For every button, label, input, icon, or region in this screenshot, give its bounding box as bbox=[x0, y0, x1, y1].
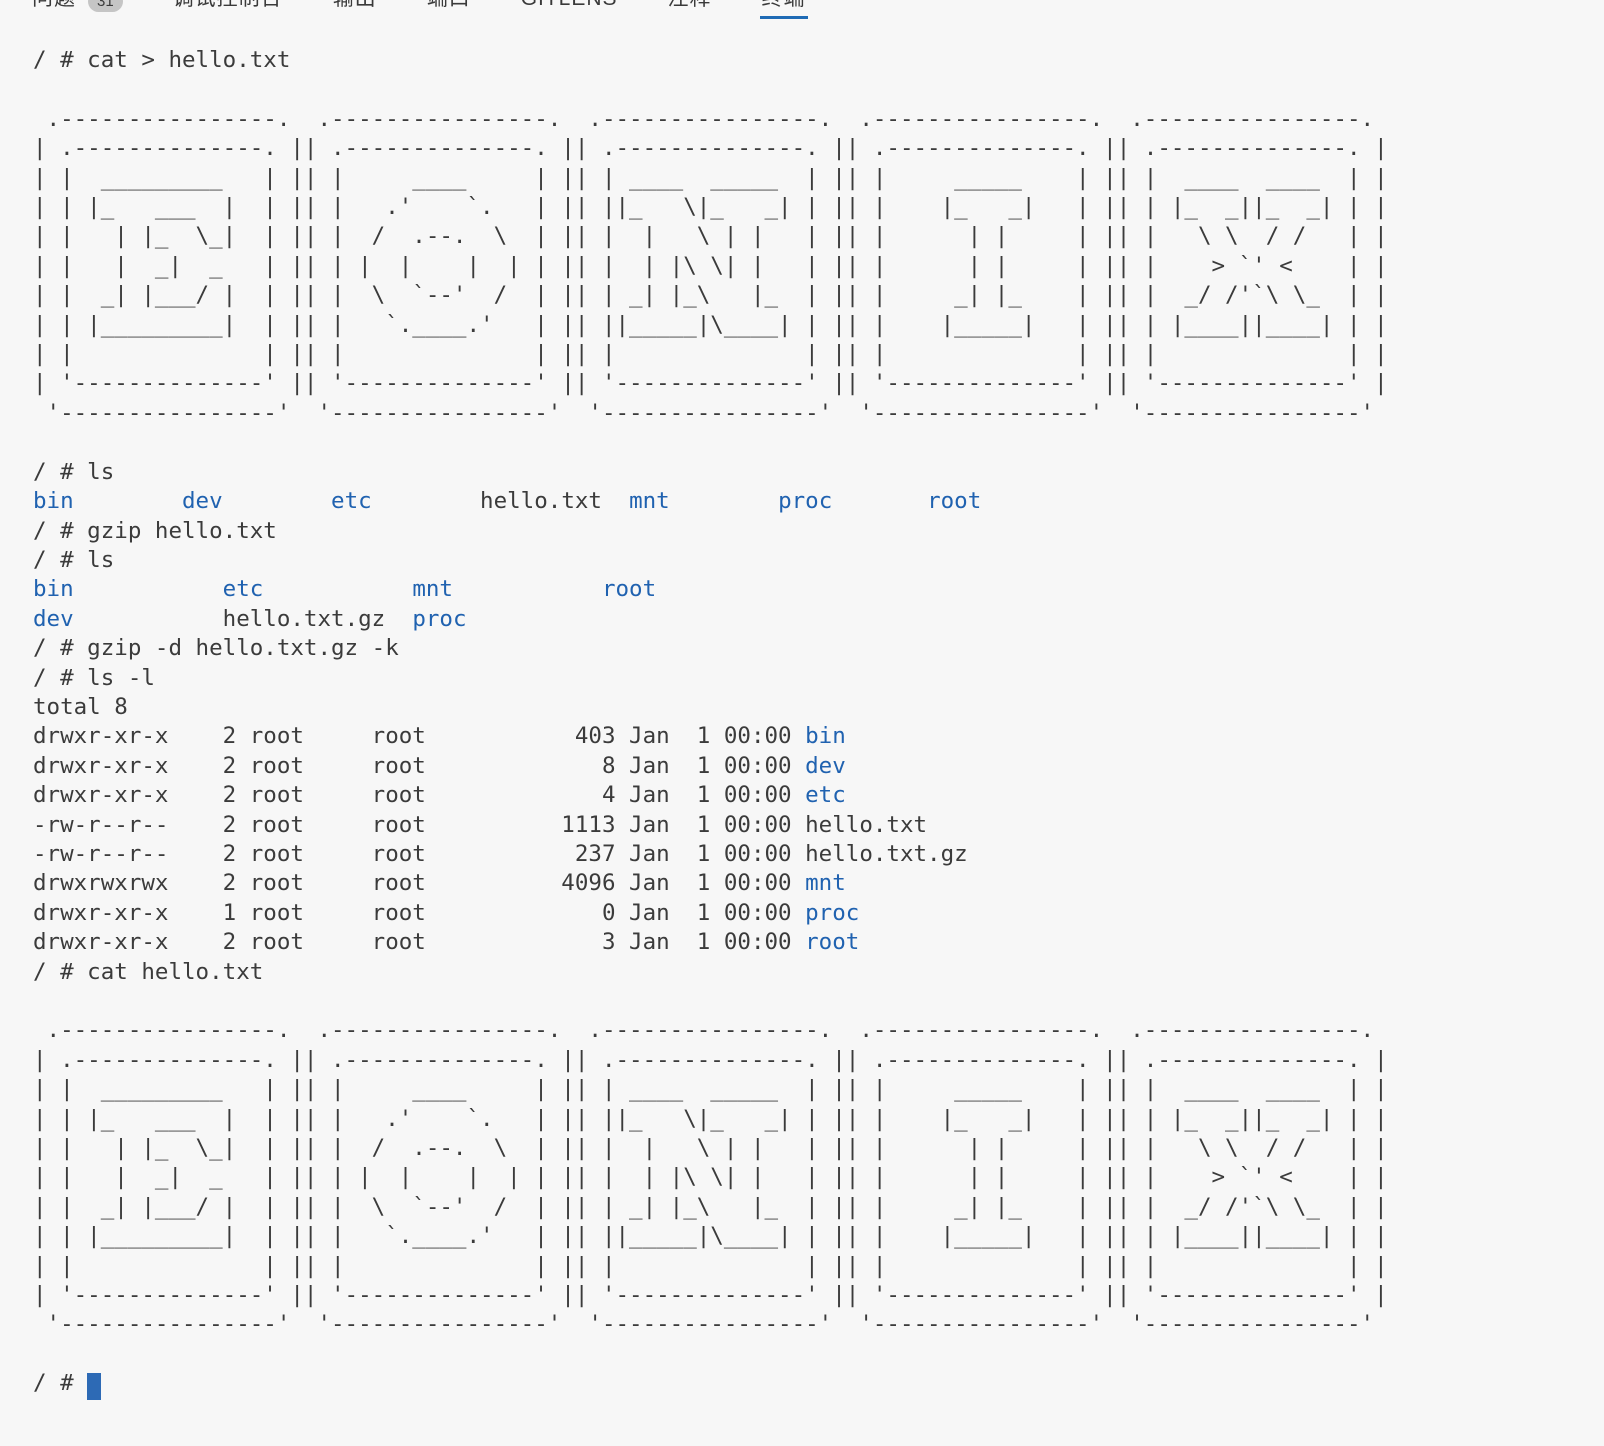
terminal-output[interactable]: / # cat > hello.txt .----------------. .… bbox=[33, 46, 1604, 1399]
terminal-text: -rw-r--r-- 2 root root 1113 Jan 1 00:00 … bbox=[33, 812, 927, 838]
terminal-text: | | _________ | || | ____ | || | ____ __… bbox=[33, 165, 1388, 191]
terminal-cursor bbox=[87, 1373, 101, 1400]
problems-count-badge: 31 bbox=[88, 0, 123, 12]
terminal-text: / # cat hello.txt bbox=[33, 959, 263, 985]
terminal-text: | | _| |___/ | | || | \ `--' / | || | _|… bbox=[33, 282, 1388, 308]
tab-comments[interactable]: 注释 bbox=[666, 0, 714, 19]
terminal-text: drwxr-xr-x 2 root root 8 Jan 1 00:00 bbox=[33, 753, 805, 779]
directory-name: root bbox=[602, 576, 656, 602]
terminal-text: | '--------------' || '--------------' |… bbox=[33, 1282, 1388, 1308]
directory-name: mnt bbox=[412, 576, 453, 602]
terminal-text: -rw-r--r-- 2 root root 237 Jan 1 00:00 h… bbox=[33, 841, 968, 867]
terminal-text bbox=[372, 488, 480, 514]
directory-name: mnt bbox=[805, 870, 846, 896]
terminal-text: '----------------' '----------------' '-… bbox=[33, 400, 1388, 426]
terminal-text bbox=[74, 488, 182, 514]
directory-name: root bbox=[927, 488, 981, 514]
directory-name: proc bbox=[412, 606, 466, 632]
terminal-text: | | | _| _ | || | | | | | | || | | |\ \|… bbox=[33, 1164, 1388, 1190]
tab-label: 问题 bbox=[32, 0, 76, 12]
terminal-text: drwxr-xr-x 2 root root 403 Jan 1 00:00 bbox=[33, 723, 805, 749]
terminal-text: .----------------. .----------------. .-… bbox=[33, 1017, 1388, 1043]
terminal-text: .----------------. .----------------. .-… bbox=[33, 106, 1388, 132]
terminal-text: / # ls -l bbox=[33, 665, 155, 691]
terminal-text: drwxr-xr-x 1 root root 0 Jan 1 00:00 bbox=[33, 900, 805, 926]
directory-name: dev bbox=[805, 753, 846, 779]
terminal-text bbox=[670, 488, 778, 514]
terminal-text: | '--------------' || '--------------' |… bbox=[33, 370, 1388, 396]
directory-name: mnt bbox=[629, 488, 670, 514]
terminal-text: | | |_________| | || | `.____.' | || ||_… bbox=[33, 1223, 1388, 1249]
terminal-text bbox=[74, 606, 223, 632]
directory-name: etc bbox=[331, 488, 372, 514]
tab-terminal[interactable]: 终端 bbox=[760, 0, 808, 19]
terminal-text: | | | || | | || | | || | | || | | | bbox=[33, 341, 1388, 367]
terminal-text: | | |_________| | || | `.____.' | || ||_… bbox=[33, 312, 1388, 338]
terminal-text: '----------------' '----------------' '-… bbox=[33, 1311, 1388, 1337]
terminal-text: / # gzip -d hello.txt.gz -k bbox=[33, 635, 399, 661]
directory-name: bin bbox=[33, 576, 74, 602]
tab-debug-console[interactable]: 调试控制台 bbox=[171, 0, 285, 19]
terminal-text: | .--------------. || .--------------. |… bbox=[33, 1047, 1388, 1073]
terminal-panel[interactable]: / # cat > hello.txt .----------------. .… bbox=[0, 22, 1604, 1399]
directory-name: proc bbox=[778, 488, 832, 514]
tab-gitlens[interactable]: GITLENS bbox=[519, 0, 620, 19]
panel-tab-bar: 问题 31 调试控制台 输出 端口 GITLENS 注释 终端 bbox=[0, 0, 1604, 22]
terminal-text: drwxr-xr-x 2 root root 3 Jan 1 00:00 bbox=[33, 929, 805, 955]
terminal-text bbox=[223, 488, 331, 514]
terminal-text: | | | || | | || | | || | | || | | | bbox=[33, 1253, 1388, 1279]
directory-name: etc bbox=[223, 576, 264, 602]
panel-tab-bar-inner: 问题 31 调试控制台 输出 端口 GITLENS 注释 终端 bbox=[0, 0, 1604, 19]
terminal-text: | | | |_ \_| | || | / .--. \ | || | | \ … bbox=[33, 1135, 1388, 1161]
terminal-text: / # ls bbox=[33, 459, 114, 485]
terminal-text: / # ls bbox=[33, 547, 114, 573]
terminal-text: / # cat > hello.txt bbox=[33, 47, 290, 73]
terminal-text: drwxrwxrwx 2 root root 4096 Jan 1 00:00 bbox=[33, 870, 805, 896]
tab-problems[interactable]: 问题 31 bbox=[30, 0, 125, 19]
tab-ports[interactable]: 端口 bbox=[425, 0, 473, 19]
tab-label: 输出 bbox=[333, 0, 377, 12]
terminal-text: | | | |_ \_| | || | / .--. \ | || | | \ … bbox=[33, 223, 1388, 249]
terminal-text: | | | _| _ | || | | | | | | || | | |\ \|… bbox=[33, 253, 1388, 279]
terminal-text: | | _________ | || | ____ | || | ____ __… bbox=[33, 1076, 1388, 1102]
terminal-text bbox=[74, 576, 223, 602]
tab-label: 注释 bbox=[668, 0, 712, 12]
terminal-text: | | _| |___/ | | || | \ `--' / | || | _|… bbox=[33, 1194, 1388, 1220]
terminal-text bbox=[832, 488, 927, 514]
terminal-text: | | |_ ___ | | || | .' `. | || ||_ \|_ _… bbox=[33, 194, 1388, 220]
shell-prompt: / # bbox=[33, 1370, 87, 1396]
directory-name: proc bbox=[805, 900, 859, 926]
tab-output[interactable]: 输出 bbox=[331, 0, 379, 19]
terminal-text: hello.txt.gz bbox=[223, 606, 413, 632]
terminal-text: drwxr-xr-x 2 root root 4 Jan 1 00:00 bbox=[33, 782, 805, 808]
directory-name: dev bbox=[182, 488, 223, 514]
tab-label: GITLENS bbox=[521, 0, 618, 12]
terminal-text bbox=[453, 576, 602, 602]
directory-name: bin bbox=[33, 488, 74, 514]
tab-label: 调试控制台 bbox=[173, 0, 283, 12]
terminal-text: | | |_ ___ | | || | .' `. | || ||_ \|_ _… bbox=[33, 1106, 1388, 1132]
directory-name: root bbox=[805, 929, 859, 955]
tab-label: 端口 bbox=[427, 0, 471, 12]
directory-name: dev bbox=[33, 606, 74, 632]
directory-name: etc bbox=[805, 782, 846, 808]
terminal-text bbox=[263, 576, 412, 602]
directory-name: bin bbox=[805, 723, 846, 749]
terminal-text: total 8 bbox=[33, 694, 128, 720]
terminal-text: hello.txt bbox=[480, 488, 629, 514]
tab-label: 终端 bbox=[762, 0, 806, 12]
terminal-text: / # gzip hello.txt bbox=[33, 518, 277, 544]
terminal-text: | .--------------. || .--------------. |… bbox=[33, 135, 1388, 161]
